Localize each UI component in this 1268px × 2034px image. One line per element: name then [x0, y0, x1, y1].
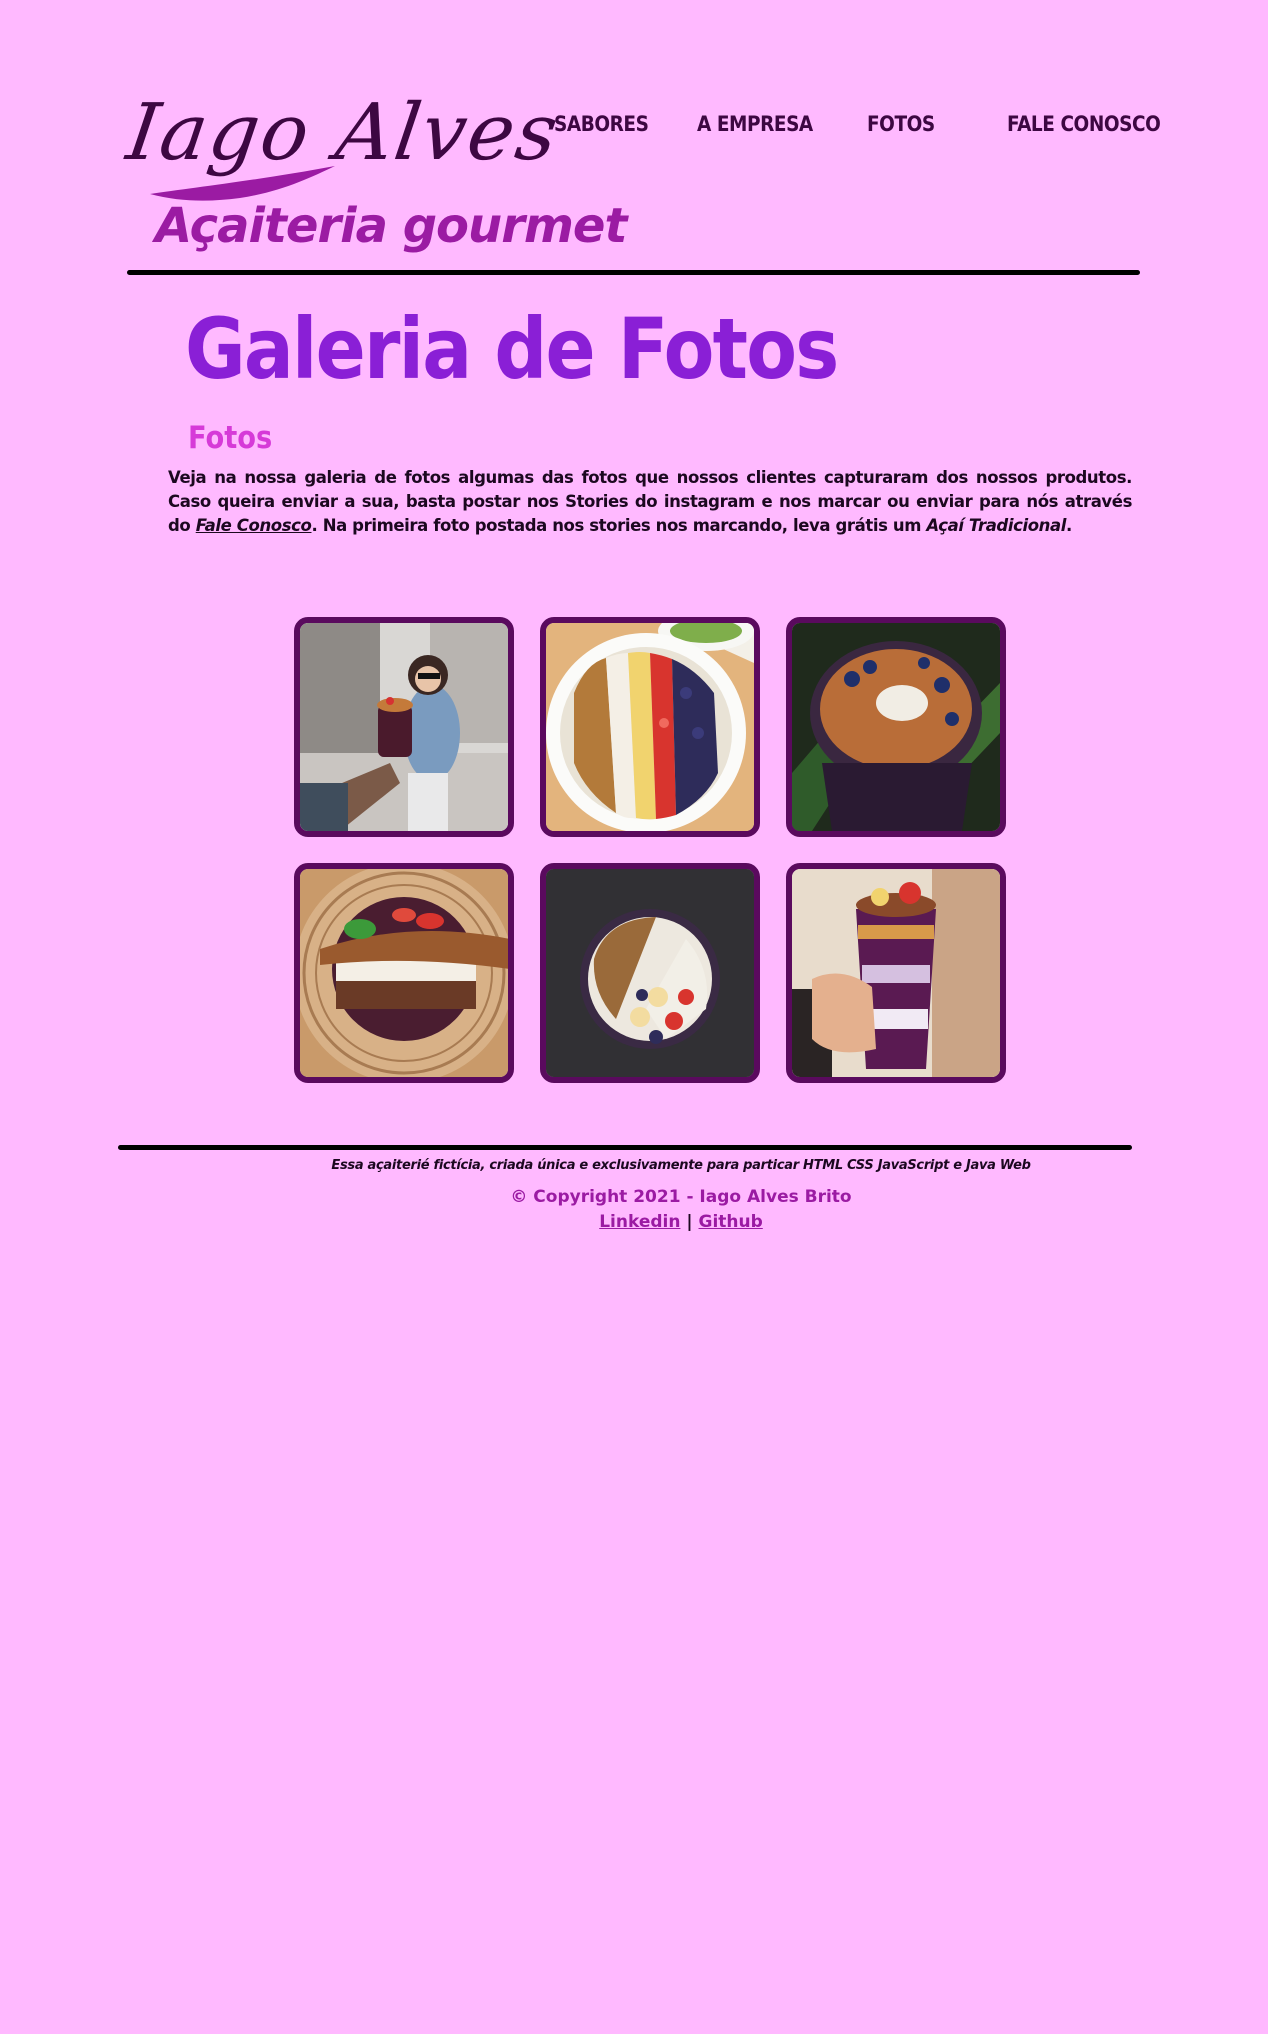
acai-tradicional-text: Açaí Tradicional — [926, 516, 1067, 535]
main-nav: SABORES A EMPRESA FOTOS FALE CONOSCO — [0, 112, 1268, 148]
nav-item-sabores[interactable]: SABORES — [554, 112, 649, 136]
nav-item-fale-conosco[interactable]: FALE CONOSCO — [1007, 112, 1161, 136]
intro-text-2: . Na primeira foto postada nos stories n… — [311, 516, 927, 535]
woman-holding-acai-cup-photo — [300, 623, 508, 831]
gallery-photo-5[interactable] — [540, 863, 760, 1083]
fale-conosco-link[interactable]: Fale Conosco — [196, 516, 312, 535]
linkedin-link[interactable]: Linkedin — [599, 1212, 680, 1232]
nav-item-fotos[interactable]: FOTOS — [867, 112, 935, 136]
acai-bowl-granola-strawberry-banana-photo — [546, 623, 754, 831]
intro-text-3: . — [1066, 516, 1072, 535]
gallery-photo-2[interactable] — [540, 617, 760, 837]
footer-copyright: © Copyright 2021 - Iago Alves Brito — [510, 1187, 852, 1207]
footer-link-separator: | — [686, 1212, 693, 1232]
footer-disclaimer: Essa açaiterié fictícia, criada única e … — [331, 1158, 1031, 1173]
github-link[interactable]: Github — [699, 1212, 763, 1232]
intro-paragraph: Veja na nossa galeria de fotos algumas d… — [168, 466, 1132, 538]
gallery-photo-3[interactable] — [786, 617, 1006, 837]
nav-item-a-empresa[interactable]: A EMPRESA — [697, 112, 813, 136]
gallery-photo-1[interactable] — [294, 617, 514, 837]
gallery-photo-6[interactable] — [786, 863, 1006, 1083]
hand-holding-layered-acai-cup-photo — [792, 869, 1000, 1077]
footer-divider — [118, 1145, 1132, 1150]
logo-subtitle: Açaiteria gourmet — [155, 198, 627, 254]
acai-cup-peanut-coconut-blueberry-photo — [792, 623, 1000, 831]
gallery-photo-4[interactable] — [294, 863, 514, 1083]
section-title: Fotos — [188, 420, 273, 456]
site-header: Iago Alves Açaiteria gourmet SABORES A E… — [0, 0, 1268, 280]
acai-bowl-dark-background-photo — [546, 869, 754, 1077]
footer-links: Linkedin | Github — [0, 1212, 1268, 1232]
page-title: Galeria de Fotos — [185, 300, 839, 398]
header-divider — [127, 270, 1140, 275]
acai-bowl-wooden-spoon-photo — [300, 869, 508, 1077]
